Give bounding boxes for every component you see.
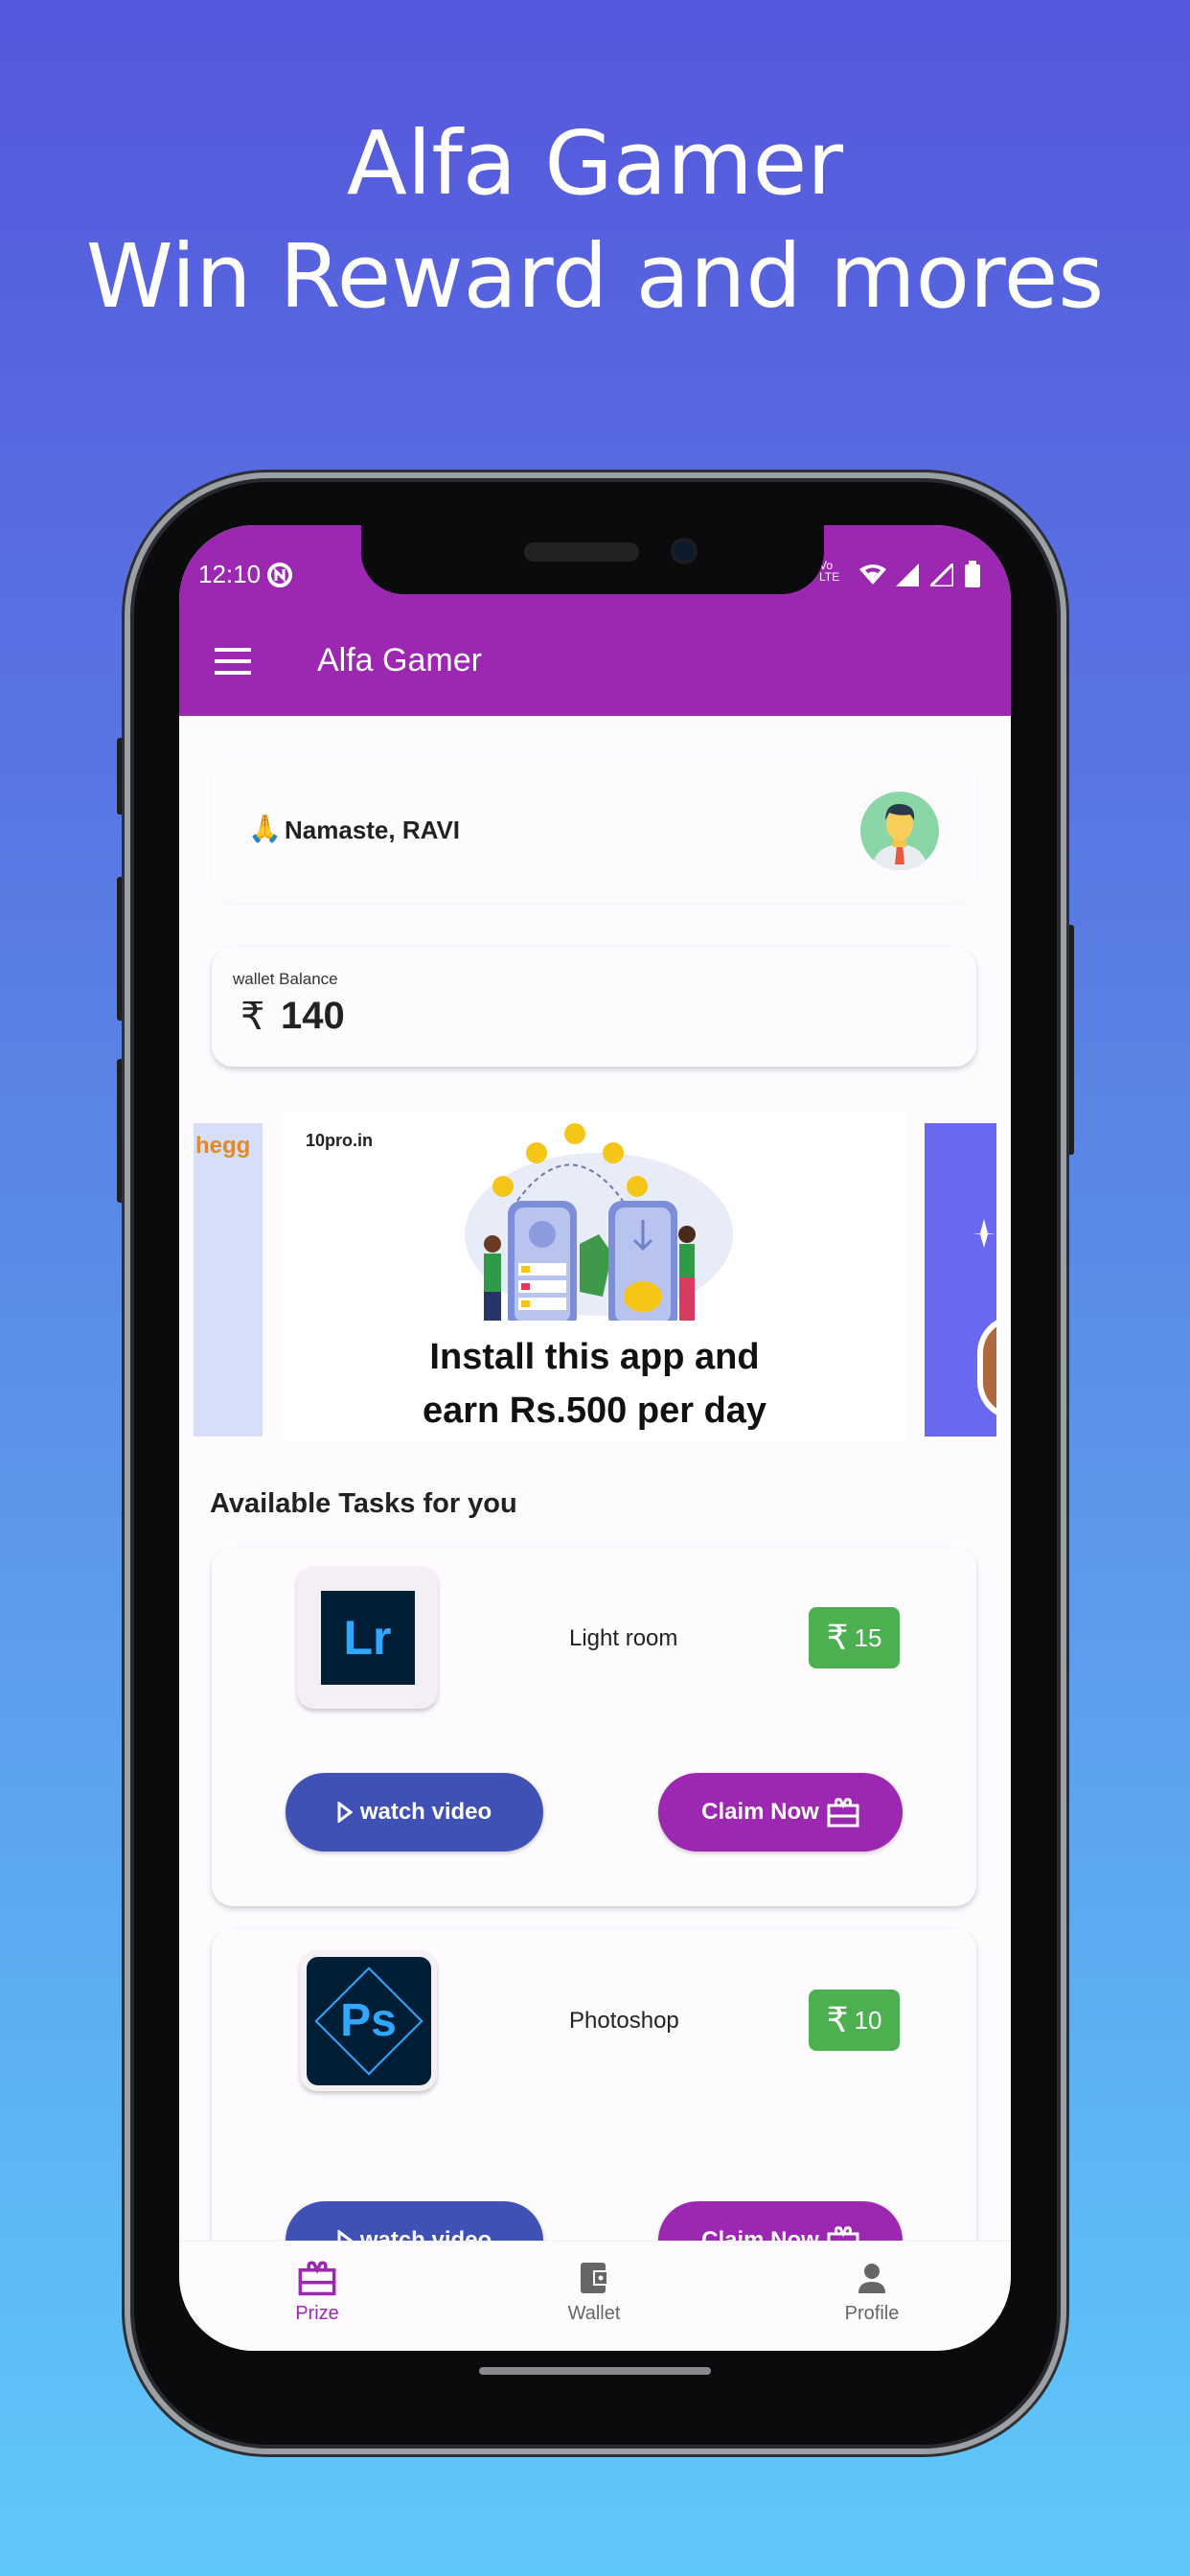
rupee-icon: ₹ — [826, 1618, 849, 1657]
banner-prev-brand: hegg — [195, 1133, 251, 1159]
ps-logo-text: Ps — [340, 1995, 397, 2046]
app-title: Alfa Gamer — [317, 642, 482, 678]
reward-amount: 10 — [854, 2005, 882, 2035]
nav-profile[interactable]: Profile — [805, 2259, 939, 2325]
reward-badge: ₹15 — [809, 1607, 900, 1668]
nav-wallet[interactable]: Wallet — [527, 2259, 661, 2325]
speaker-grille — [524, 542, 639, 562]
tasks-heading: Available Tasks for you — [210, 1488, 517, 1519]
banner-line-1: Install this app and — [429, 1337, 760, 1377]
avatar[interactable] — [860, 792, 939, 870]
claim-now-label: Claim Now — [701, 1799, 819, 1825]
banner-headline: Install this app and earn Rs.500 per day — [283, 1330, 906, 1438]
wallet-amount: 140 — [281, 995, 345, 1037]
banner-next[interactable] — [925, 1123, 996, 1437]
signal-2-icon — [930, 564, 953, 586]
phone-volume-up — [117, 877, 125, 1021]
front-camera — [671, 538, 698, 564]
hero-subtitle: Win Reward and mores — [85, 225, 1105, 328]
namaste-emoji: 🙏 — [248, 814, 282, 843]
lightroom-icon: Lr — [320, 1590, 415, 1685]
nav-wallet-label: Wallet — [567, 2303, 621, 2324]
banner-illustration — [465, 1123, 733, 1321]
gift-icon — [298, 2261, 336, 2296]
claim-now-button[interactable]: Claim Now — [658, 1773, 903, 1852]
greeting-card: 🙏 Namaste, RAVI — [212, 755, 976, 903]
wifi-icon — [859, 564, 886, 585]
sync-app-icon — [267, 563, 292, 587]
phone-screen: 12:10 Vo LTE Alfa Gamer 🙏 Namaste, RAVI … — [179, 525, 1011, 2351]
bottom-nav: Prize Wallet Profile — [179, 2241, 1011, 2351]
wallet-label: wallet Balance — [233, 970, 338, 988]
hero-title: Alfa Gamer — [346, 112, 844, 215]
person-icon — [858, 2264, 885, 2293]
status-time: 12:10 — [198, 560, 262, 588]
phone-volume-down — [117, 1059, 125, 1203]
sparkle-icon — [973, 1219, 995, 1248]
nav-profile-label: Profile — [844, 2303, 900, 2324]
nav-prize-label: Prize — [295, 2303, 339, 2324]
task-card: Lr Light room ₹15 watch video Claim Now — [212, 1548, 976, 1906]
phone-notch — [361, 525, 824, 594]
watch-video-label: watch video — [359, 1799, 492, 1825]
nav-prize[interactable]: Prize — [250, 2259, 384, 2325]
reward-badge: ₹10 — [809, 1990, 900, 2051]
wallet-balance-card[interactable]: wallet Balance ₹ 140 — [212, 947, 976, 1067]
play-icon — [337, 1802, 353, 1823]
task-name: Photoshop — [569, 2008, 679, 2034]
rupee-icon: ₹ — [826, 2000, 849, 2039]
reward-amount: 15 — [854, 1622, 882, 1652]
wallet-icon — [581, 2263, 608, 2293]
network-label: Vo LTE — [819, 559, 840, 584]
task-logo: Ps — [300, 1950, 437, 2091]
battery-icon — [965, 561, 980, 587]
greeting-text: Namaste, RAVI — [285, 816, 461, 844]
photoshop-icon: Ps — [306, 1956, 431, 2085]
task-name: Light room — [569, 1625, 678, 1651]
banner-next-image — [977, 1315, 996, 1420]
signal-icon — [896, 564, 919, 586]
banner-current[interactable]: 10pro.in Install this app and earn Rs.50… — [283, 1112, 906, 1442]
task-logo: Lr — [297, 1566, 438, 1709]
banner-line-2: earn Rs.500 per day — [422, 1391, 767, 1431]
wallet-currency: ₹ — [240, 996, 265, 1038]
phone-silent-switch — [117, 738, 125, 815]
watch-video-button[interactable]: watch video — [286, 1773, 543, 1852]
phone-power-button — [1066, 925, 1074, 1155]
banner-brand: 10pro.in — [306, 1131, 374, 1150]
banner-prev[interactable]: hegg — [194, 1123, 263, 1437]
home-indicator[interactable] — [479, 2367, 711, 2375]
hamburger-icon[interactable] — [215, 648, 251, 675]
gift-icon — [827, 1798, 859, 1828]
